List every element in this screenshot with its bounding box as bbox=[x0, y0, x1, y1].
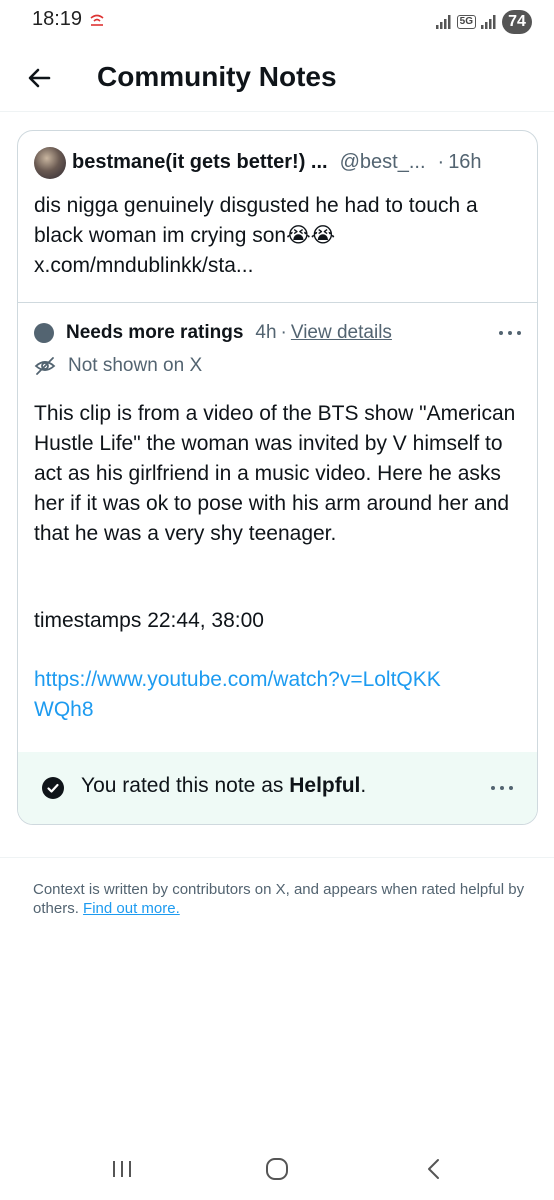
recent-apps-icon[interactable] bbox=[108, 1158, 136, 1180]
note-header: Needs more ratings 4h · View details bbox=[34, 319, 521, 347]
wifi-signal-icon bbox=[435, 15, 451, 29]
rating-bar: You rated this note as Helpful. bbox=[18, 752, 537, 824]
note-body: This clip is from a video of the BTS sho… bbox=[34, 402, 516, 545]
tweet-text: dis nigga genuinely disgusted he had to … bbox=[34, 194, 478, 277]
notification-icon bbox=[90, 14, 104, 26]
battery-indicator: 74 bbox=[502, 10, 532, 34]
note-separator: · bbox=[280, 322, 287, 343]
avatar[interactable] bbox=[34, 147, 66, 179]
quoted-tweet[interactable]: bestmane(it gets better!) ... @best_... … bbox=[18, 131, 537, 303]
network-type-badge: 5G bbox=[456, 15, 476, 29]
rating-suffix: . bbox=[360, 774, 367, 797]
rating-prefix: You rated this note as bbox=[81, 774, 290, 797]
note-status: Needs more ratings bbox=[66, 322, 244, 343]
arrow-left-icon[interactable] bbox=[22, 60, 58, 96]
tweet-separator: · bbox=[437, 151, 445, 173]
tweet-display-name[interactable]: bestmane(it gets better!) ... bbox=[72, 151, 328, 174]
rating-value: Helpful bbox=[289, 774, 361, 797]
status-time: 18:19 bbox=[32, 8, 83, 30]
footer-text: Context is written by contributors on X,… bbox=[33, 880, 533, 918]
cell-signal-icon bbox=[481, 15, 496, 29]
rating-more-icon[interactable] bbox=[491, 778, 513, 798]
note-timestamps: timestamps 22:44, 38:00 bbox=[34, 609, 264, 632]
note-age: 4h bbox=[255, 322, 277, 343]
rating-text: You rated this note as Helpful. bbox=[81, 774, 366, 798]
tweet-time: 16h bbox=[448, 151, 482, 173]
tweet-header: bestmane(it gets better!) ... @best_... … bbox=[72, 151, 521, 174]
visibility-label: Not shown on X bbox=[68, 355, 203, 376]
find-out-more-link[interactable]: Find out more. bbox=[83, 900, 180, 917]
view-details-link[interactable]: View details bbox=[291, 322, 392, 344]
visibility-status: Not shown on X bbox=[34, 353, 202, 379]
back-nav-icon[interactable] bbox=[423, 1157, 443, 1181]
page-header: Community Notes bbox=[0, 46, 554, 112]
status-bar: 18:19 5G 74 bbox=[0, 0, 554, 44]
system-nav-bar bbox=[0, 1140, 554, 1200]
note-status-dot bbox=[34, 323, 54, 343]
home-icon[interactable] bbox=[265, 1157, 289, 1181]
check-circle-icon bbox=[42, 777, 64, 799]
note-source-link[interactable]: https://www.youtube.com/watch?v=LoltQKKW… bbox=[34, 665, 454, 725]
more-horizontal-icon[interactable] bbox=[499, 323, 521, 343]
eye-off-icon bbox=[34, 357, 56, 375]
status-indicators: 5G 74 bbox=[435, 9, 532, 35]
divider bbox=[0, 857, 554, 858]
note-card: bestmane(it gets better!) ... @best_... … bbox=[17, 130, 538, 825]
tweet-handle[interactable]: @best_... bbox=[340, 151, 426, 174]
page-title: Community Notes bbox=[97, 61, 337, 92]
